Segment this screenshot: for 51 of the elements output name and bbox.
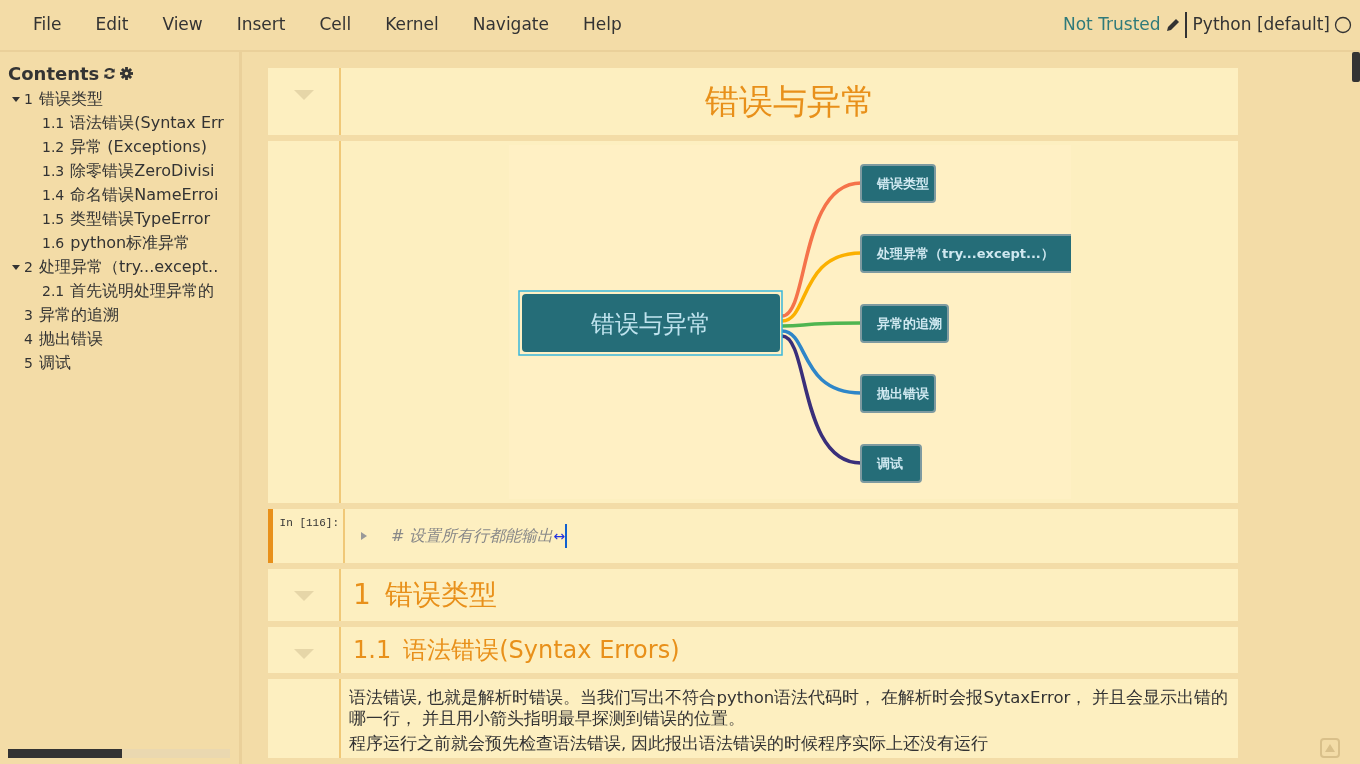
section-heading: 1 错误类型 [352, 577, 498, 613]
menu-item[interactable]: View [145, 12, 220, 38]
settings-icon[interactable] [120, 67, 134, 80]
notebook-title: 错误与异常 [704, 80, 875, 123]
code-comment: # 设置所有行都能输出 [391, 525, 554, 547]
fold-marker[interactable]: ↔ [553, 525, 566, 547]
toc-item[interactable]: 2 处理异常（try...except.. [8, 255, 239, 279]
toc-item[interactable]: 4 抛出错误 [8, 327, 239, 351]
menu-item[interactable]: Cell [302, 12, 369, 38]
text-cursor [565, 524, 568, 548]
collapse-icon[interactable] [293, 90, 314, 100]
paragraph: 程序运行之前就会预先检查语法错误, 因此报出语法错误的时候程序实际上还没有运行 [349, 733, 990, 754]
mindmap-node: 调试 [859, 444, 922, 483]
mindmap-node: 处理异常（try...except...） [859, 234, 1071, 273]
vertical-scrollbar[interactable] [1352, 52, 1360, 82]
caret-icon[interactable] [12, 264, 20, 270]
menu-item[interactable]: Help [565, 12, 639, 38]
kernel-name[interactable]: Python [default] [1184, 12, 1330, 38]
mindmap-node: 抛出错误 [859, 374, 936, 413]
toc-item[interactable]: 1.3 除零错误ZeroDivisi [8, 159, 239, 183]
mindmap-root-node: 错误与异常 [517, 290, 783, 356]
toc-item[interactable]: 1.6 python标准异常 [8, 231, 239, 255]
trust-indicator[interactable]: Not Trusted [1062, 12, 1161, 38]
toc-item[interactable]: 1 错误类型 [8, 87, 239, 111]
menu-item[interactable]: Navigate [455, 12, 566, 38]
scroll-to-top-icon[interactable] [1320, 738, 1340, 758]
refresh-icon[interactable] [103, 67, 117, 80]
menu-item[interactable]: Kernel [368, 12, 456, 38]
horizontal-scrollbar[interactable] [8, 749, 230, 758]
toc-item[interactable]: 3 异常的追溯 [8, 303, 239, 327]
menu-item[interactable]: Edit [78, 12, 146, 38]
mindmap-node: 错误类型 [859, 164, 936, 203]
caret-icon[interactable] [12, 96, 20, 102]
toc-item[interactable]: 1.1 语法错误(Syntax Err [8, 111, 239, 135]
toc-item[interactable]: 1.5 类型错误TypeError [8, 207, 239, 231]
toc-title: Contents [8, 62, 100, 86]
expand-icon[interactable] [361, 532, 367, 540]
pencil-icon [1164, 17, 1181, 33]
section-heading: 1.1 语法错误(Syntax Errors) [352, 635, 681, 666]
menu-item[interactable]: File [16, 12, 79, 38]
kernel-status-icon [1334, 16, 1352, 34]
cell-prompt: In [116]: [279, 516, 339, 531]
toc-item[interactable]: 1.4 命名错误NameErroi [8, 183, 239, 207]
toc-item[interactable]: 1.2 异常 (Exceptions) [8, 135, 239, 159]
menu-item[interactable]: Insert [219, 12, 303, 38]
paragraph: 语法错误, 也就是解析时错误。当我们写出不符合python语法代码时， 在解析时会报SytaxError， 并且会显示出错的哪一行， 并且用小箭头指明最早探测到错误的位置。 [349, 687, 1230, 729]
collapse-icon[interactable] [293, 591, 314, 601]
mindmap-node: 异常的追溯 [859, 304, 949, 343]
collapse-icon[interactable] [293, 649, 314, 659]
toc-item[interactable]: 2.1 首先说明处理异常的 [8, 279, 239, 303]
toc-item[interactable]: 5 调试 [8, 351, 239, 375]
